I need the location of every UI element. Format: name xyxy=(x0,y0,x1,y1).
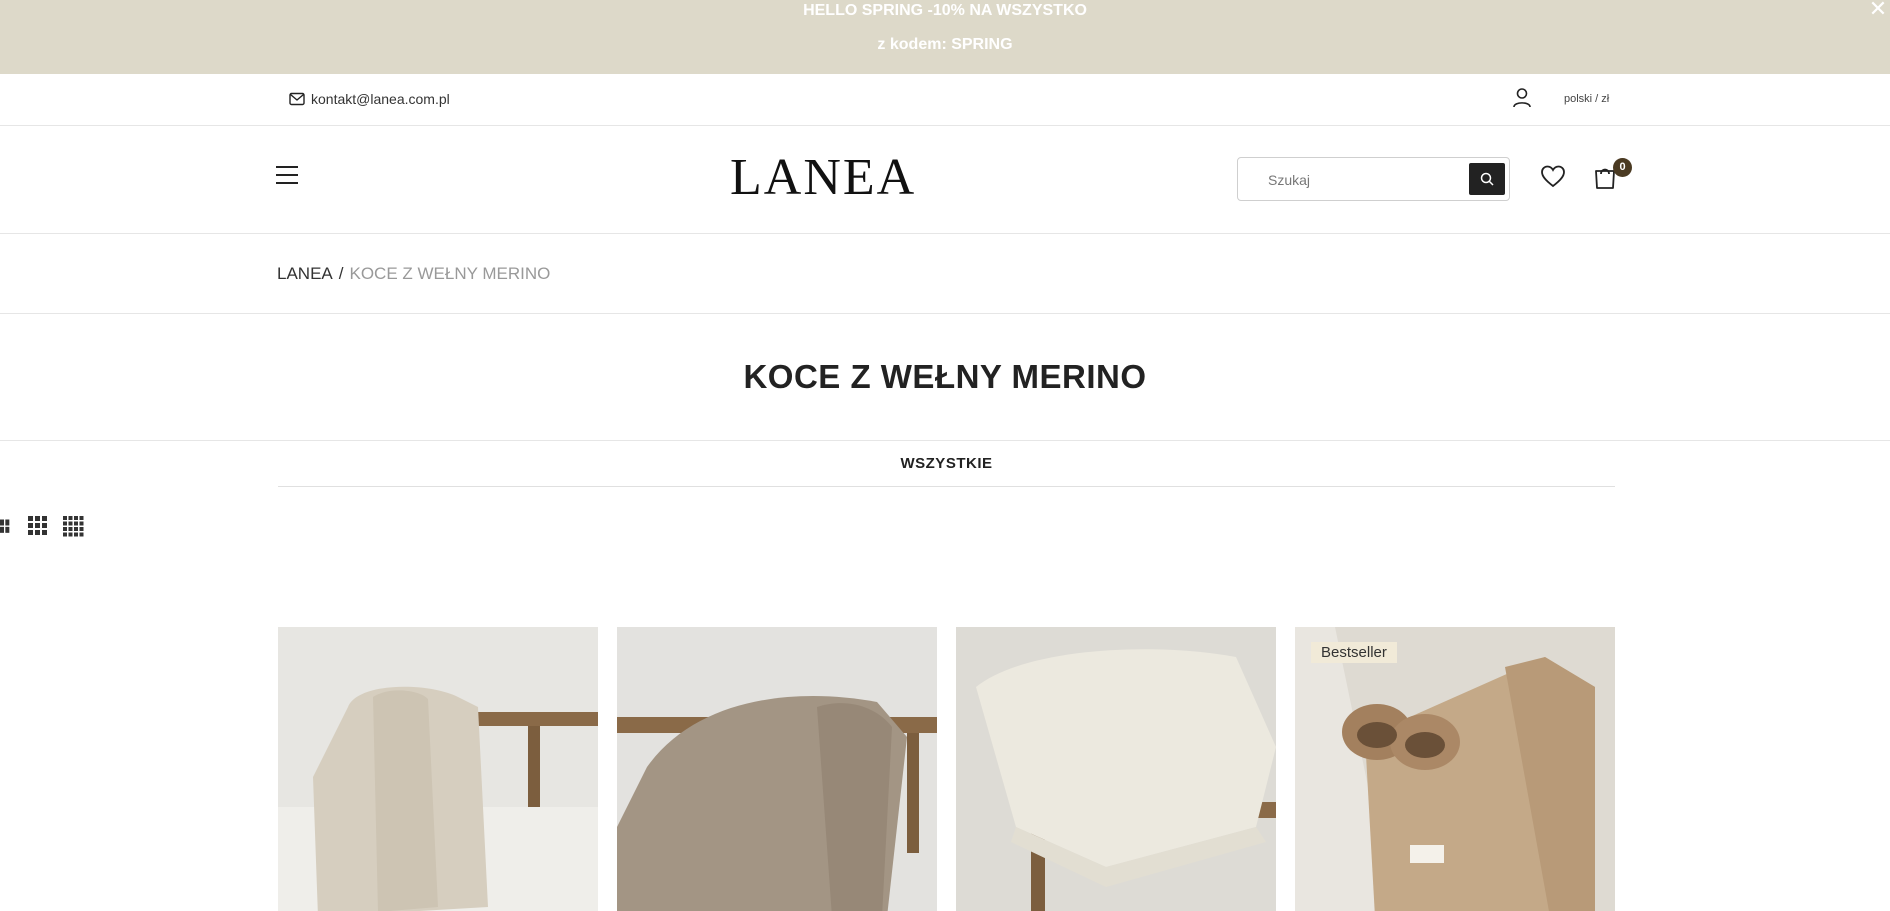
contact-email-link[interactable]: kontakt@lanea.com.pl xyxy=(289,91,450,107)
title-section: KOCE Z WEŁNY MERINO xyxy=(0,314,1890,441)
heart-icon[interactable] xyxy=(1540,164,1566,190)
menu-icon[interactable] xyxy=(276,166,298,186)
product-card[interactable] xyxy=(278,627,598,911)
search-input[interactable] xyxy=(1268,168,1468,192)
search-box xyxy=(1237,157,1510,201)
product-card[interactable] xyxy=(956,627,1276,911)
grid-2-icon[interactable] xyxy=(0,516,14,537)
tab-all[interactable]: WSZYSTKIE xyxy=(278,455,1615,472)
product-image xyxy=(956,627,1276,911)
top-info-bar: kontakt@lanea.com.pl polski / zł xyxy=(0,74,1890,126)
search-icon xyxy=(1480,172,1494,186)
product-card[interactable]: Bestseller xyxy=(1295,627,1615,911)
breadcrumb-current: KOCE Z WEŁNY MERINO xyxy=(349,264,551,283)
product-grid: Bestseller xyxy=(278,627,1616,911)
grid-3-icon[interactable] xyxy=(28,516,49,537)
promo-line-1: HELLO SPRING -10% NA WSZYSTKO xyxy=(803,2,1087,19)
product-card[interactable] xyxy=(617,627,937,911)
category-filter: WSZYSTKIE xyxy=(278,441,1615,487)
breadcrumb-home[interactable]: LANEA xyxy=(277,264,333,284)
product-image xyxy=(278,627,598,911)
promo-bar: HELLO SPRING -10% NA WSZYSTKO z kodem: S… xyxy=(0,0,1890,74)
cart-count-badge: 0 xyxy=(1613,158,1632,177)
page-title: KOCE Z WEŁNY MERINO xyxy=(743,358,1147,395)
breadcrumb: LANEA / KOCE Z WEŁNY MERINO xyxy=(0,234,1890,314)
product-image xyxy=(1295,627,1615,911)
breadcrumb-separator: / xyxy=(338,264,344,283)
mail-icon xyxy=(289,92,305,106)
close-icon[interactable]: ✕ xyxy=(1866,0,1890,22)
search-button[interactable] xyxy=(1469,163,1505,195)
grid-layout-switcher xyxy=(0,516,84,537)
site-logo[interactable]: LANEA xyxy=(730,148,916,208)
bestseller-badge: Bestseller xyxy=(1311,642,1397,663)
product-image xyxy=(617,627,937,911)
grid-4-icon[interactable] xyxy=(63,516,84,537)
main-header: LANEA 0 xyxy=(0,126,1890,234)
language-currency-selector[interactable]: polski / zł xyxy=(1564,93,1609,105)
contact-email: kontakt@lanea.com.pl xyxy=(311,91,450,107)
user-icon[interactable] xyxy=(1512,87,1532,109)
promo-line-2: z kodem: SPRING xyxy=(877,36,1013,53)
